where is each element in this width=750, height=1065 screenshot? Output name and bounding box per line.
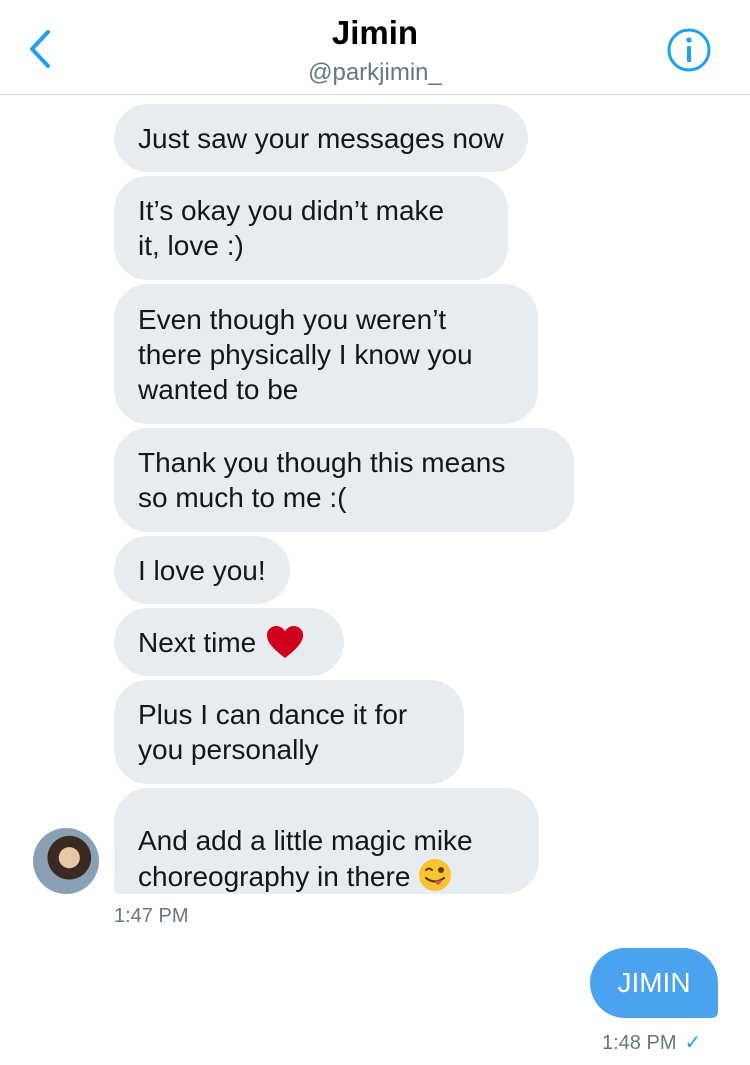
sent-status: 1:48 PM ✓	[602, 1030, 701, 1055]
winking-face-tongue-icon	[419, 859, 452, 891]
incoming-message[interactable]: Even though you weren’t there physically…	[114, 284, 538, 424]
message-text: Even though you weren’t there physically…	[138, 303, 473, 405]
message-timestamp: 1:48 PM	[602, 1032, 677, 1054]
conversation-handle: @parkjimin_	[308, 59, 442, 86]
message-text: JIMIN	[617, 967, 691, 998]
incoming-message[interactable]: I love you!	[114, 536, 290, 604]
message-text: It’s okay you didn’t make it, love :)	[138, 195, 445, 261]
message-text: I love you!	[138, 554, 266, 586]
message-text: Just saw your messages now	[138, 122, 504, 154]
incoming-message[interactable]: Thank you though this means so much to m…	[114, 428, 574, 532]
conversation-header: Jimin @parkjimin_	[0, 0, 750, 95]
check-icon: ✓	[684, 1032, 702, 1054]
incoming-message[interactable]: Plus I can dance it for you personally	[114, 680, 464, 784]
heart-icon	[267, 626, 304, 658]
incoming-message[interactable]: Just saw your messages now	[114, 104, 528, 172]
info-button[interactable]	[666, 27, 712, 73]
info-icon	[667, 28, 711, 72]
message-timestamp: 1:47 PM	[114, 905, 189, 927]
message-text: Thank you though this means so much to m…	[138, 447, 506, 513]
message-text: Plus I can dance it for you personally	[138, 699, 408, 765]
outgoing-message[interactable]: JIMIN	[590, 948, 718, 1018]
avatar[interactable]	[33, 828, 99, 894]
incoming-message[interactable]: And add a little magic mike choreography…	[114, 788, 539, 894]
incoming-message[interactable]: It’s okay you didn’t make it, love :)	[114, 176, 508, 280]
conversation-title: Jimin	[331, 14, 419, 51]
message-text: Next time	[138, 626, 257, 658]
incoming-message[interactable]: Next time	[114, 608, 344, 676]
